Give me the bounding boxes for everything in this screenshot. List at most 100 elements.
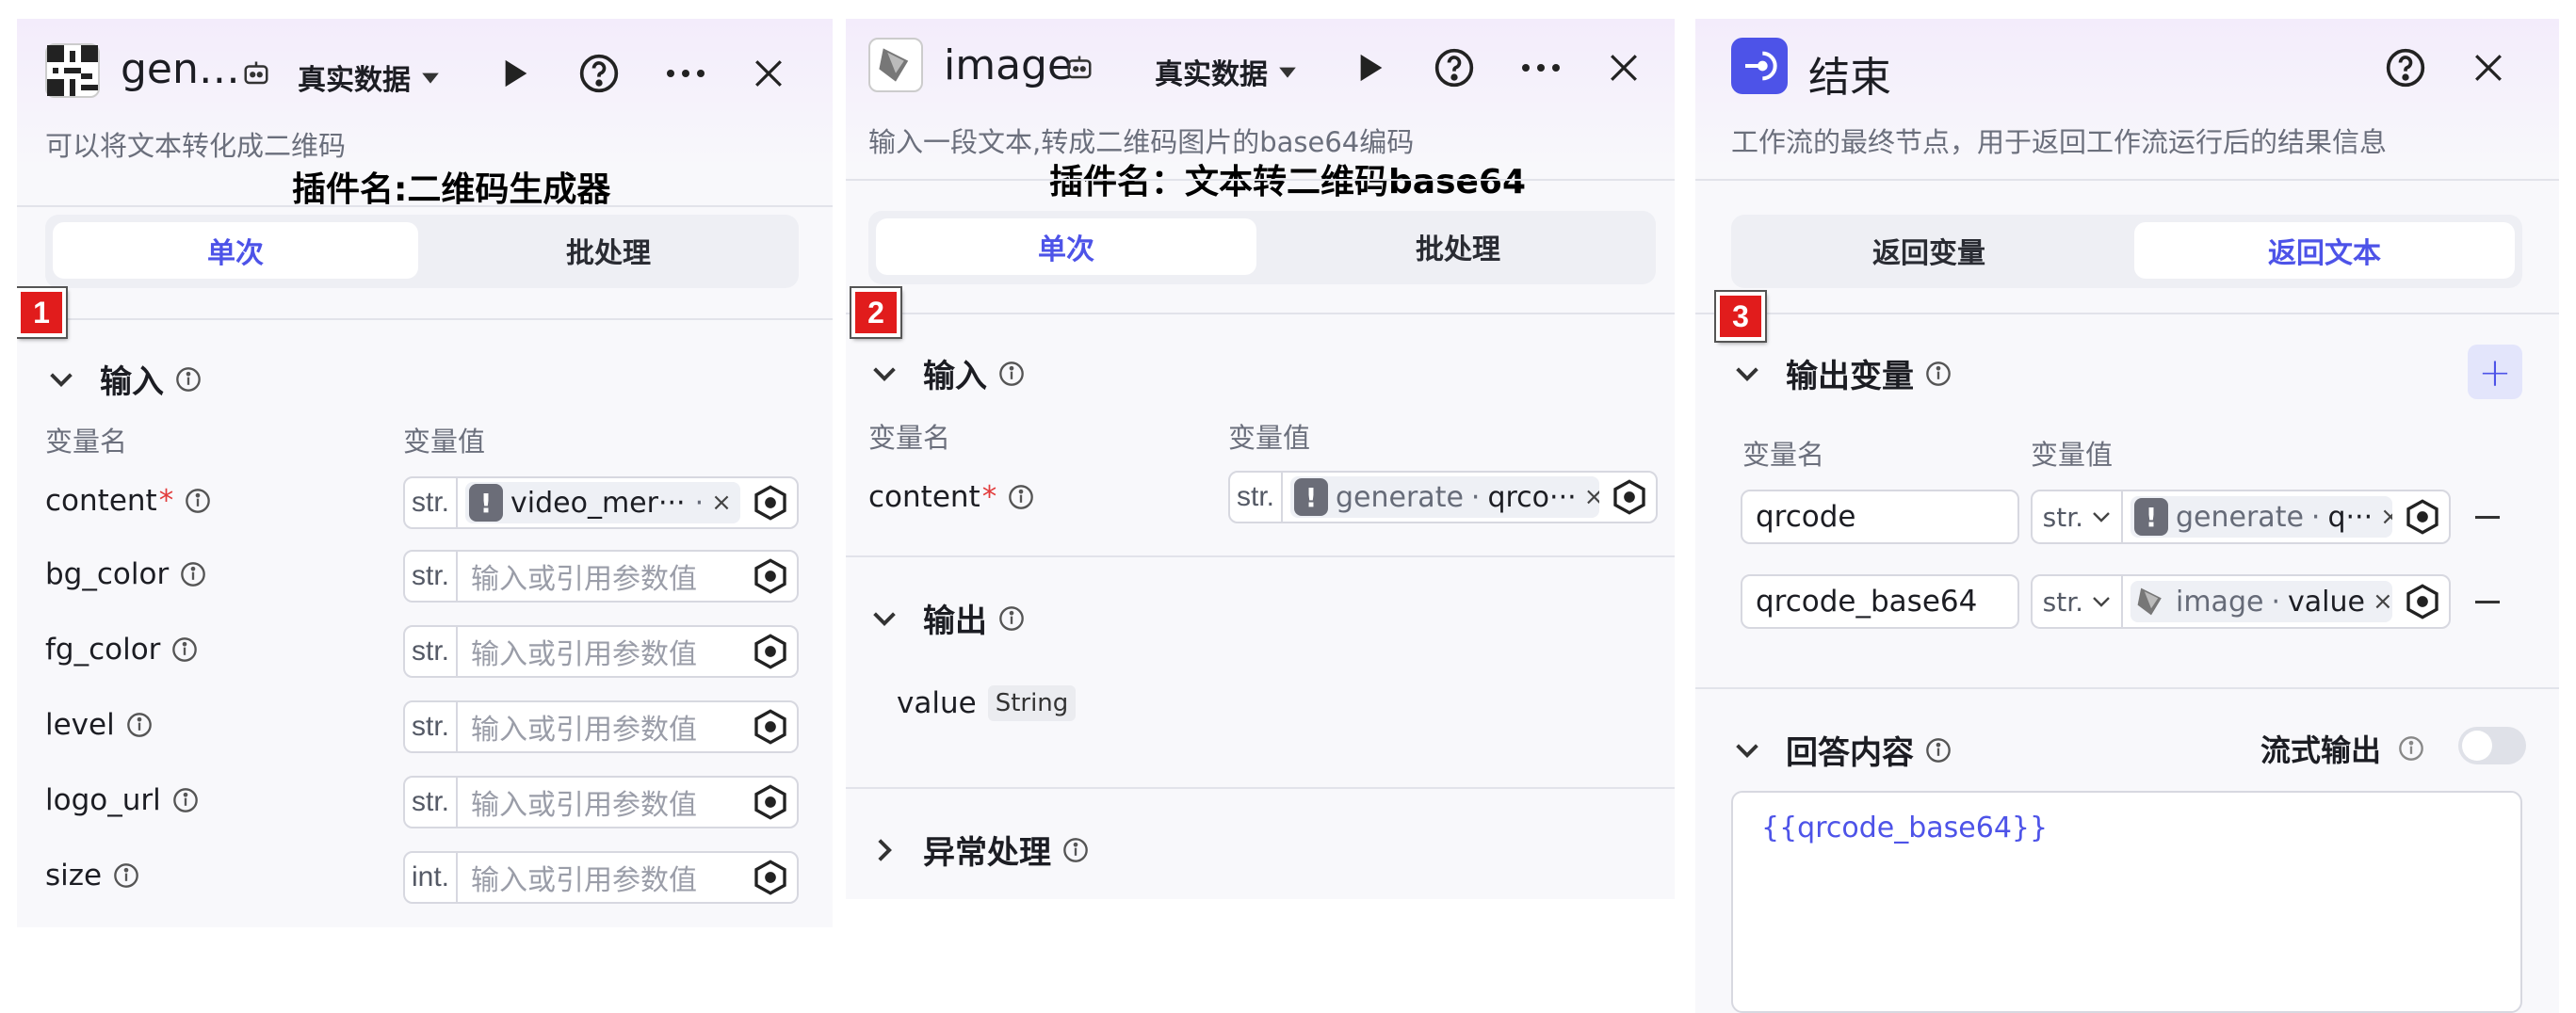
column-header-name: 变量名	[1742, 439, 1825, 471]
value-placeholder: 输入或引用参数值	[471, 638, 697, 671]
section-title: 回答内容	[1786, 734, 1914, 772]
remove-reference-icon[interactable]: ×	[1577, 483, 1599, 511]
exception-section-header[interactable]: 异常处理	[872, 827, 1089, 873]
value-placeholder: 输入或引用参数值	[471, 563, 697, 596]
input-section-header[interactable]: 输入	[872, 350, 1025, 396]
more-icon[interactable]	[1518, 47, 1563, 88]
remove-reference-icon[interactable]: ×	[2373, 503, 2392, 531]
close-icon[interactable]	[1603, 47, 1644, 88]
variable-value-field[interactable]: str. image · value ×	[2031, 574, 2451, 629]
param-value-logo-url[interactable]: str. 输入或引用参数值	[403, 776, 799, 828]
chevron-down-icon	[2093, 512, 2111, 523]
info-icon	[176, 366, 201, 392]
info-icon	[1063, 837, 1088, 862]
add-variable-button[interactable]: +	[2468, 345, 2522, 399]
info-icon	[1926, 361, 1951, 386]
param-value-size[interactable]: int. 输入或引用参数值	[403, 851, 799, 904]
output-variable-name: value	[897, 686, 977, 720]
image-plugin-icon	[868, 38, 923, 92]
close-icon[interactable]	[2468, 47, 2509, 88]
chevron-right-icon	[878, 838, 892, 861]
data-mode-label: 真实数据	[1155, 58, 1268, 91]
info-icon	[172, 637, 198, 662]
reference-picker-icon[interactable]	[752, 708, 789, 746]
type-select[interactable]: str.	[2033, 576, 2123, 627]
close-icon[interactable]	[748, 53, 789, 94]
remove-variable-button[interactable]	[2475, 516, 2500, 519]
value-placeholder: 输入或引用参数值	[471, 864, 697, 897]
variable-reference-chip[interactable]: ! video_mer··· · ×	[465, 482, 740, 523]
tab-single[interactable]: 单次	[53, 222, 418, 279]
output-variables-section-header[interactable]: 输出变量	[1735, 350, 1952, 396]
section-title: 输入	[923, 358, 987, 395]
column-header-value: 变量值	[1228, 422, 1311, 454]
chevron-down-icon	[873, 611, 896, 626]
tab-batch[interactable]: 批处理	[426, 222, 791, 279]
variable-name-input[interactable]: qrcode	[1741, 490, 2019, 544]
answer-template-text: {{qrcode_base64}}	[1761, 812, 2049, 844]
reference-picker-icon[interactable]	[752, 484, 789, 522]
variable-reference-chip[interactable]: ! generate · q··· ×	[2130, 496, 2392, 538]
param-name-bg-color: bg_color	[45, 557, 206, 591]
help-icon[interactable]	[1432, 45, 1477, 90]
param-value-fg-color[interactable]: str. 输入或引用参数值	[403, 625, 799, 678]
remove-reference-icon[interactable]: ×	[704, 489, 732, 517]
type-label: str.	[1230, 473, 1283, 522]
tab-single[interactable]: 单次	[876, 218, 1256, 275]
param-value-content[interactable]: str. ! video_mer··· · ×	[403, 476, 799, 529]
variable-reference-chip[interactable]: image · value ×	[2130, 581, 2392, 622]
param-value-level[interactable]: str. 输入或引用参数值	[403, 700, 799, 753]
type-label: str.	[405, 778, 458, 827]
run-play-icon[interactable]	[1351, 47, 1392, 88]
help-icon[interactable]	[576, 51, 622, 96]
variable-value-field[interactable]: str. ! generate · q··· ×	[2031, 490, 2451, 544]
value-placeholder: 输入或引用参数值	[471, 714, 697, 747]
node-title[interactable]: image	[944, 41, 1073, 89]
reference-picker-icon[interactable]	[752, 557, 789, 595]
type-label: str.	[405, 702, 458, 751]
data-mode-label: 真实数据	[298, 64, 411, 97]
reference-picker-icon[interactable]	[752, 859, 789, 896]
answer-content-section-header[interactable]: 回答内容	[1735, 727, 1952, 773]
chevron-down-icon	[2093, 597, 2111, 607]
reference-picker-icon[interactable]	[2404, 498, 2441, 536]
node-title[interactable]: 结束	[1808, 43, 1891, 104]
data-mode-dropdown[interactable]: 真实数据	[1155, 51, 1298, 92]
type-select[interactable]: str.	[2033, 491, 2123, 542]
remove-variable-button[interactable]	[2475, 601, 2500, 603]
variable-reference-chip[interactable]: ! generate · qrco··· ×	[1290, 476, 1599, 518]
tab-return-text[interactable]: 返回文本	[2134, 222, 2515, 279]
tab-batch[interactable]: 批处理	[1268, 218, 1648, 275]
variable-name-input[interactable]: qrcode_base64	[1741, 574, 2019, 629]
output-type-tag: String	[987, 685, 1077, 721]
chevron-down-icon	[50, 372, 73, 387]
param-value-content[interactable]: str. ! generate · qrco··· ×	[1228, 471, 1658, 523]
reference-picker-icon[interactable]	[1611, 478, 1648, 516]
value-placeholder: 输入或引用参数值	[471, 789, 697, 822]
node-title[interactable]: gen…	[121, 45, 240, 93]
end-node-icon	[1731, 38, 1788, 94]
end-node-panel: 结束 工作流的最终节点，用于返回工作流运行后的结果信息 返回变量 返回文本 3 …	[1695, 19, 2559, 1013]
tab-return-variables[interactable]: 返回变量	[1739, 222, 2119, 279]
input-section-header[interactable]: 输入	[49, 356, 202, 402]
chevron-down-icon	[1736, 743, 1758, 758]
param-value-bg-color[interactable]: str. 输入或引用参数值	[403, 550, 799, 603]
section-title: 异常处理	[923, 834, 1051, 872]
remove-reference-icon[interactable]: ×	[2365, 587, 2392, 616]
data-mode-dropdown[interactable]: 真实数据	[298, 56, 441, 98]
type-label: int.	[405, 853, 458, 902]
param-name-content: content *	[45, 484, 211, 518]
reference-picker-icon[interactable]	[752, 783, 789, 821]
stream-output-toggle[interactable]	[2458, 727, 2526, 764]
mode-tabs: 单次 批处理	[45, 215, 799, 288]
reference-picker-icon[interactable]	[2404, 583, 2441, 620]
caret-down-icon	[1279, 67, 1296, 78]
help-icon[interactable]	[2383, 45, 2428, 90]
output-section-header[interactable]: 输出	[872, 595, 1025, 641]
type-label: str.	[405, 478, 458, 527]
answer-content-editor[interactable]: {{qrcode_base64}}	[1731, 791, 2522, 1013]
reference-picker-icon[interactable]	[752, 633, 789, 670]
more-icon[interactable]	[663, 53, 708, 94]
plugin-node-panel-qrcode-generator: gen… 真实数据 可以将文本转化成二维码 插件名:二维码生成器 单次 批处理 …	[17, 19, 833, 927]
run-play-icon[interactable]	[495, 53, 537, 94]
